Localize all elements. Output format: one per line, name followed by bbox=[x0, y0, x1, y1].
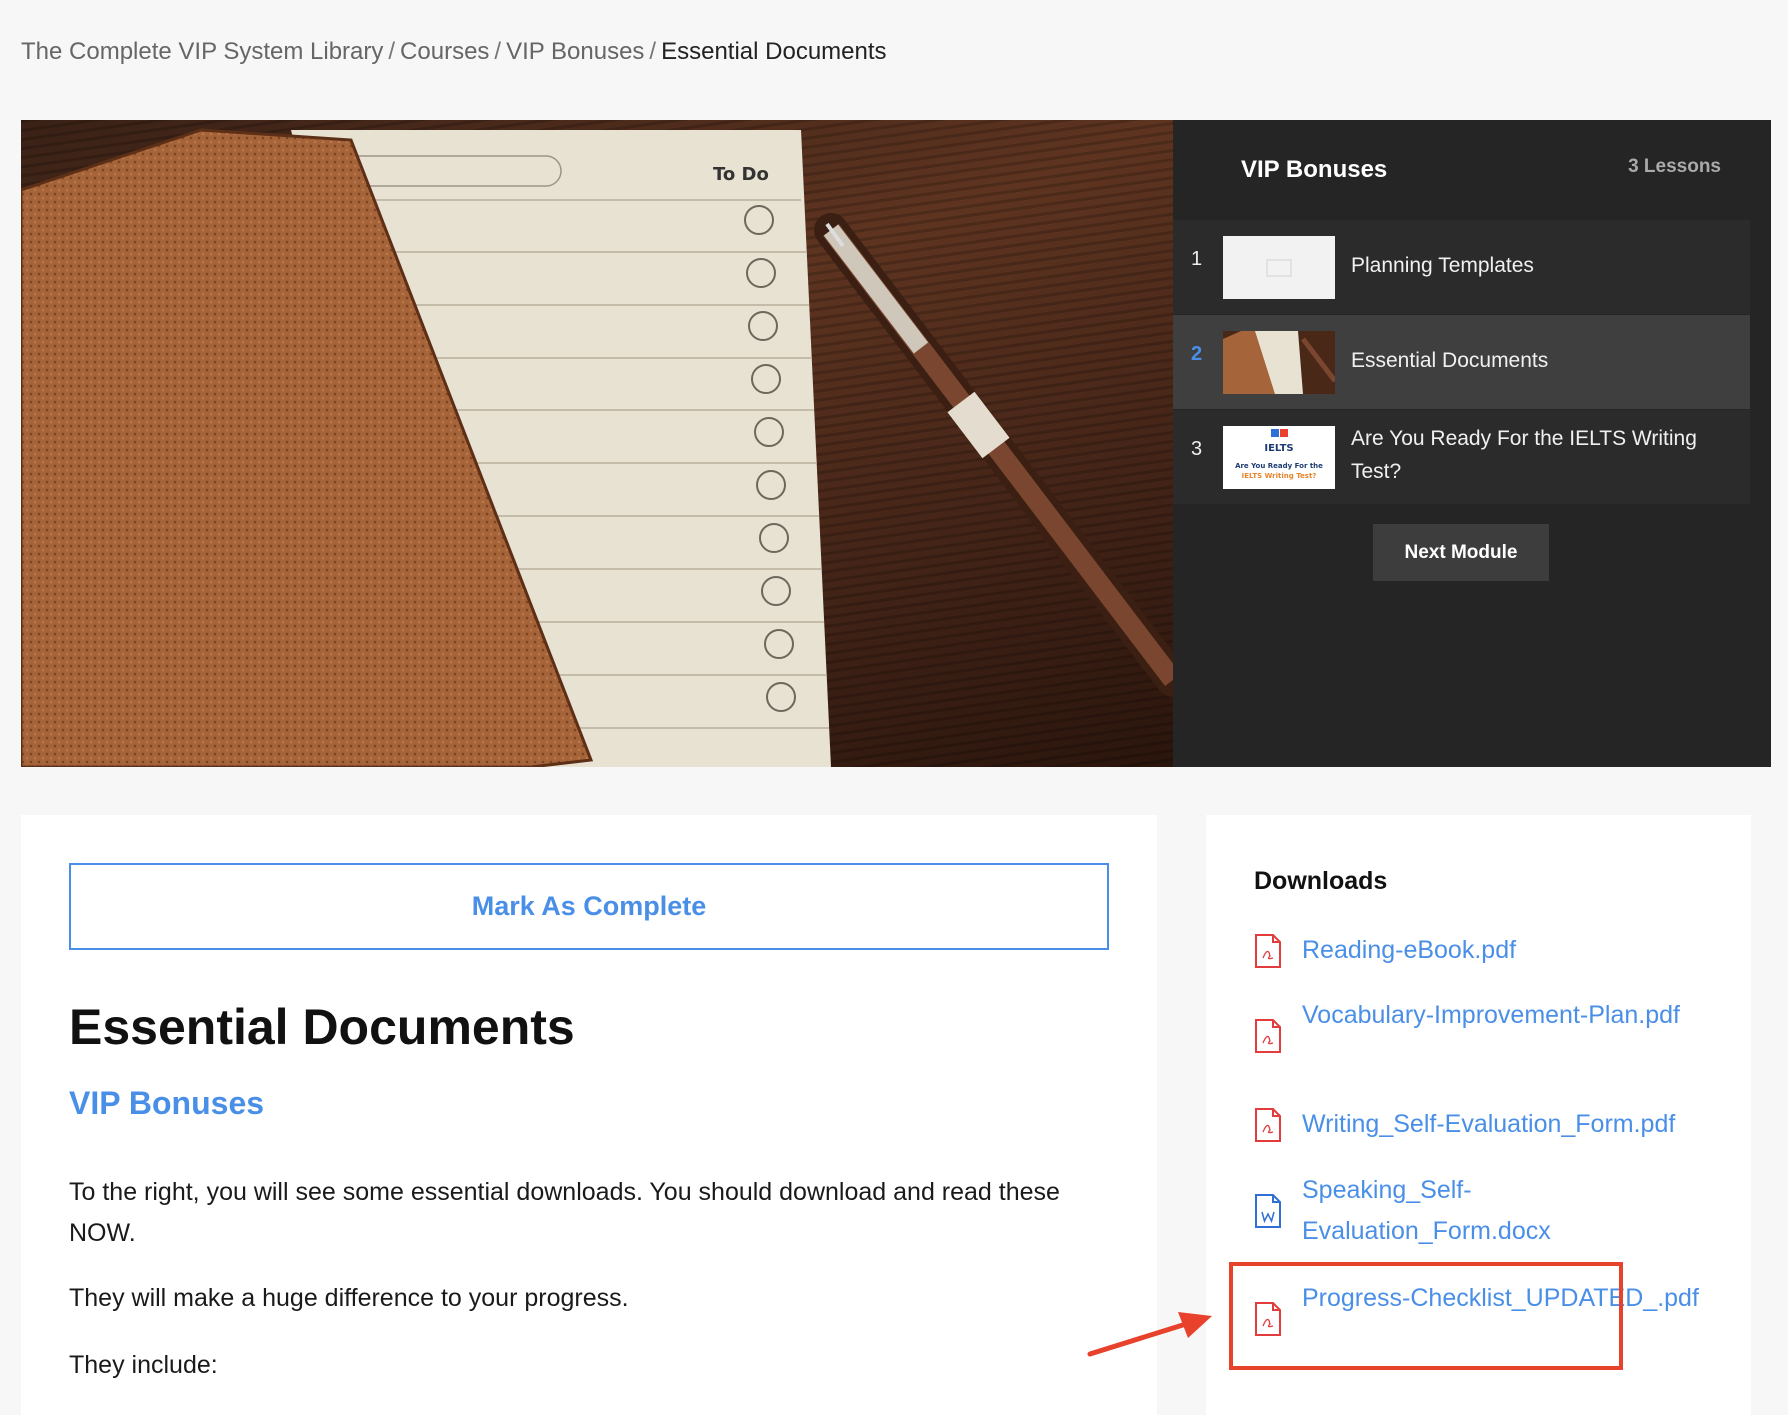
lesson-content-card: Mark As Complete Essential Documents VIP… bbox=[21, 815, 1157, 1415]
breadcrumb-current: Essential Documents bbox=[661, 38, 887, 65]
lesson-paragraph: They include: bbox=[69, 1351, 218, 1379]
annotation-arrow-icon bbox=[1087, 1312, 1212, 1357]
ielts-brand: IELTS bbox=[1264, 443, 1293, 454]
ielts-caption-1: Are You Ready For the bbox=[1235, 462, 1323, 470]
lesson-paragraph: They will make a huge difference to your… bbox=[69, 1284, 629, 1312]
breadcrumb-module-link[interactable]: VIP Bonuses bbox=[506, 38, 644, 65]
word-icon bbox=[1255, 1194, 1281, 1228]
module-header: VIP Bonuses 3 Lessons bbox=[1173, 120, 1771, 220]
lesson-thumbnail bbox=[1223, 236, 1335, 299]
lesson-paragraph: To the right, you will see some essentia… bbox=[69, 1178, 1060, 1247]
todo-label: To Do bbox=[713, 164, 769, 185]
lesson-module-link[interactable]: VIP Bonuses bbox=[69, 1085, 264, 1122]
lesson-title: Are You Ready For the IELTS Writing Test… bbox=[1351, 427, 1697, 483]
download-link-speaking-form[interactable]: Speaking_Self-Evaluation_Form.docx bbox=[1302, 1170, 1712, 1252]
lesson-item-essential-documents[interactable]: 2 Essential Documents bbox=[1173, 315, 1750, 409]
annotation-highlight-box bbox=[1229, 1262, 1623, 1370]
lesson-item-ielts-writing[interactable]: 3 IELTS Are You Ready For the IELTS Writ… bbox=[1173, 410, 1750, 504]
pdf-icon bbox=[1255, 1108, 1281, 1142]
mark-complete-button[interactable]: Mark As Complete bbox=[69, 863, 1109, 950]
breadcrumb-separator: / bbox=[494, 38, 502, 65]
next-module-button[interactable]: Next Module bbox=[1373, 524, 1549, 581]
breadcrumb-library-link[interactable]: The Complete VIP System Library bbox=[21, 38, 383, 65]
breadcrumb: The Complete VIP System Library / Courses /… bbox=[21, 38, 887, 66]
ielts-caption-2: IELTS Writing Test? bbox=[1242, 472, 1317, 480]
lesson-hero-image: To Do bbox=[21, 120, 1173, 767]
lesson-number: 1 bbox=[1191, 248, 1203, 270]
module-title: VIP Bonuses bbox=[1241, 156, 1388, 183]
breadcrumb-separator: / bbox=[388, 38, 396, 65]
lesson-thumbnail bbox=[1223, 331, 1335, 394]
lesson-item-planning-templates[interactable]: 1 Planning Templates bbox=[1173, 220, 1750, 314]
download-link-vocabulary-plan[interactable]: Vocabulary-Improvement-Plan.pdf bbox=[1302, 995, 1712, 1036]
lesson-title-heading: Essential Documents bbox=[69, 999, 575, 1055]
lesson-thumbnail: IELTS Are You Ready For the IELTS Writin… bbox=[1223, 426, 1335, 489]
breadcrumb-courses-link[interactable]: Courses bbox=[400, 38, 489, 65]
breadcrumb-separator: / bbox=[649, 38, 657, 65]
lesson-number: 2 bbox=[1191, 343, 1203, 365]
lesson-title: Planning Templates bbox=[1351, 254, 1534, 277]
lesson-number: 3 bbox=[1191, 438, 1203, 460]
lesson-count: 3 Lessons bbox=[1628, 156, 1721, 177]
pdf-icon bbox=[1255, 1019, 1281, 1053]
download-link-reading-ebook[interactable]: Reading-eBook.pdf bbox=[1302, 930, 1712, 971]
pdf-icon bbox=[1255, 934, 1281, 968]
lesson-title: Essential Documents bbox=[1351, 349, 1549, 372]
download-link-writing-form[interactable]: Writing_Self-Evaluation_Form.pdf bbox=[1302, 1104, 1712, 1145]
lesson-hero: To Do VIP Bonuses 3 Lessons 1 Planning T… bbox=[21, 120, 1771, 767]
module-lessons-panel: VIP Bonuses 3 Lessons 1 Planning Templat… bbox=[1173, 120, 1771, 767]
downloads-title: Downloads bbox=[1254, 867, 1388, 895]
